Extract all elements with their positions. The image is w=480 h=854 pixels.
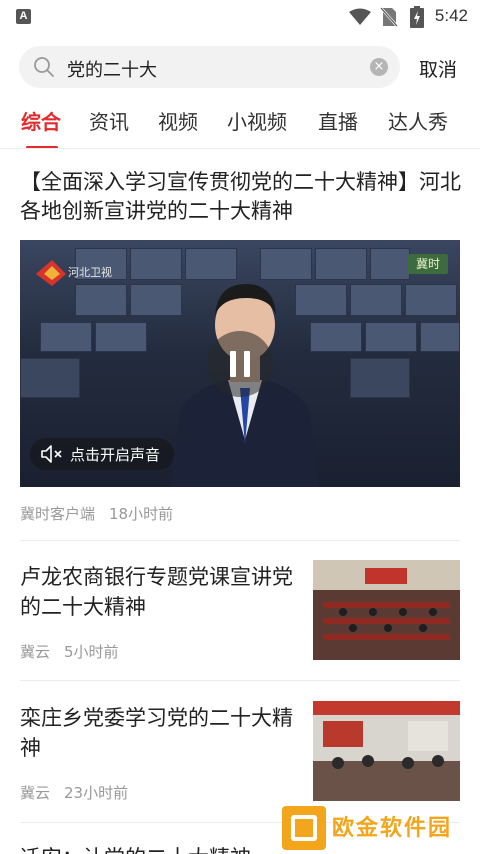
cancel-button[interactable]: 取消 <box>419 55 457 82</box>
unmute-button[interactable]: 点击开启声音 <box>30 438 175 470</box>
a-app-icon: A <box>16 9 31 24</box>
feed-divider <box>20 540 460 541</box>
article-source: 冀云 <box>20 643 51 661</box>
article-thumbnail[interactable] <box>313 701 460 801</box>
search-query-text[interactable]: 党的二十大 <box>67 56 157 82</box>
status-bar: A 5:42 <box>0 0 480 34</box>
tab-talent-show[interactable]: 达人秀 <box>388 106 448 135</box>
category-tabs: 综合 资讯 视频 小视频 直播 达人秀 <box>0 106 480 149</box>
tab-live[interactable]: 直播 <box>318 106 358 135</box>
status-time: 5:42 <box>434 6 468 25</box>
feed-divider <box>20 680 460 681</box>
article-title[interactable]: 迁安：让党的二十大精神 <box>20 843 300 854</box>
article-title[interactable]: 栾庄乡党委学习党的二十大精神 <box>20 703 295 763</box>
search-results-screen: A 5:42 党的二十大 × 取消 综合 资讯 视频 小视频 直播 达人秀 【全… <box>0 0 480 854</box>
search-input[interactable]: 党的二十大 × <box>19 46 400 88</box>
article-source: 冀时客户端 <box>20 505 96 523</box>
mute-icon <box>41 445 62 463</box>
article-thumbnail[interactable] <box>313 560 460 660</box>
video-player[interactable]: 河北卫视 冀时 点击开启声音 <box>20 240 460 487</box>
pause-icon <box>230 351 236 377</box>
search-icon <box>34 57 54 77</box>
article-source: 冀云 <box>20 784 51 802</box>
corner-logo: 冀时 <box>408 254 448 274</box>
unmute-label: 点击开启声音 <box>70 445 161 464</box>
wifi-icon <box>349 8 371 25</box>
tv-channel-logo-text: 河北卫视 <box>68 266 112 279</box>
article-meta: 冀云 5小时前 <box>20 641 119 662</box>
article-time: 18小时前 <box>109 505 174 523</box>
article-time: 5小时前 <box>64 643 119 661</box>
tv-channel-logo <box>36 260 66 286</box>
video-article-meta: 冀时客户端 18小时前 <box>20 503 173 524</box>
article-title[interactable]: 卢龙农商银行专题党课宣讲党的二十大精神 <box>20 562 295 622</box>
video-article-title[interactable]: 【全面深入学习宣传贯彻党的二十大精神】河北各地创新宣讲党的二十大精神 <box>20 168 465 226</box>
watermark: 欧金软件园 <box>282 806 472 850</box>
watermark-name: 欧金软件园 <box>332 816 453 841</box>
tab-short-video[interactable]: 小视频 <box>227 106 287 135</box>
watermark-logo <box>282 806 326 850</box>
clear-icon[interactable]: × <box>370 58 388 76</box>
tab-comprehensive[interactable]: 综合 <box>21 106 61 135</box>
article-meta: 冀云 23小时前 <box>20 782 128 803</box>
article-time: 23小时前 <box>64 784 129 802</box>
tabs-divider <box>0 148 480 149</box>
no-sim-icon <box>380 7 398 27</box>
battery-icon <box>410 6 424 28</box>
tab-video[interactable]: 视频 <box>158 106 198 135</box>
tab-news[interactable]: 资讯 <box>89 106 129 135</box>
pause-button[interactable] <box>207 331 273 397</box>
